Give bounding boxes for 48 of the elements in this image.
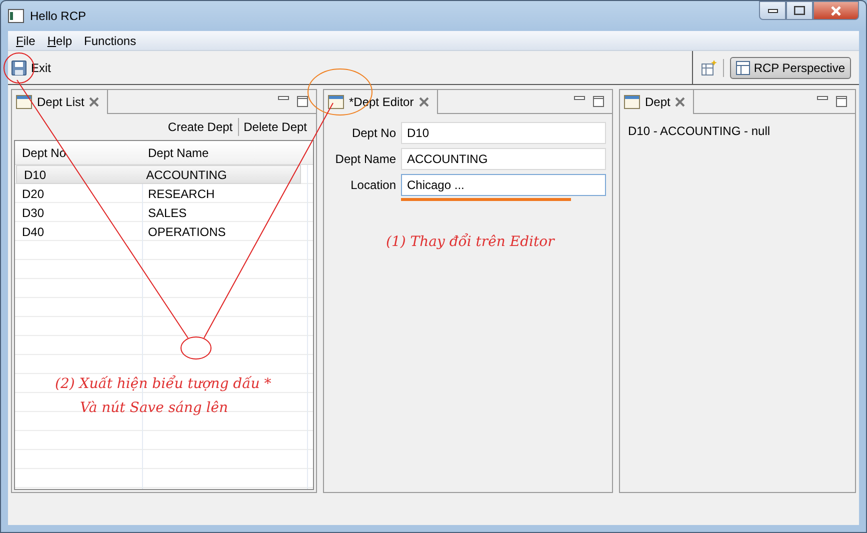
- view-tab[interactable]: Dept: [620, 90, 694, 114]
- minimize-button[interactable]: [759, 1, 786, 20]
- annotation-text: Và nút Save sáng lên: [80, 399, 228, 418]
- view-icon: [328, 95, 344, 109]
- menu-item[interactable]: Help: [41, 32, 78, 50]
- save-button[interactable]: [11, 60, 27, 76]
- annotation-text: (2) Xuất hiện biểu tượng dấu *: [55, 374, 272, 394]
- table-row[interactable]: D20 RESEARCH: [15, 184, 313, 203]
- input-field[interactable]: ACCOUNTING: [401, 148, 606, 170]
- view-tab[interactable]: Dept List: [12, 90, 108, 114]
- maximize-icon: [794, 6, 805, 15]
- field-label: Dept No: [350, 125, 396, 142]
- maximize-button[interactable]: [786, 1, 813, 20]
- input-field[interactable]: Chicago ...: [401, 174, 606, 196]
- dept-summary-text: D10 - ACCOUNTING - null: [627, 123, 772, 140]
- toolbar-button[interactable]: Create Dept: [162, 118, 238, 136]
- maximize-icon[interactable]: [297, 96, 308, 107]
- minimize-icon: [768, 8, 778, 12]
- perspective-icon: [736, 60, 750, 74]
- window-title: Hello RCP: [30, 8, 86, 25]
- callout-ellipse: [180, 336, 212, 360]
- perspective-button[interactable]: RCP Perspective: [730, 56, 851, 78]
- minimize-icon[interactable]: [278, 96, 289, 101]
- app-icon: [8, 9, 24, 23]
- view-icon: [16, 95, 32, 109]
- table-row[interactable]: D10 ACCOUNTING: [16, 165, 301, 184]
- close-icon[interactable]: [418, 97, 429, 107]
- close-button[interactable]: [813, 1, 859, 20]
- table-row[interactable]: D30 SALES: [15, 203, 313, 222]
- view-icon: [624, 95, 640, 109]
- field-label: Dept Name: [334, 151, 396, 168]
- close-icon[interactable]: [675, 97, 686, 107]
- field-label: Location: [350, 177, 396, 194]
- open-perspective-icon[interactable]: [700, 60, 717, 76]
- maximize-icon[interactable]: [593, 96, 604, 107]
- column-header[interactable]: Dept Name: [141, 144, 307, 162]
- table-row[interactable]: D40 OPERATIONS: [15, 222, 313, 241]
- minimize-icon[interactable]: [574, 96, 585, 101]
- minimize-icon[interactable]: [817, 96, 828, 101]
- column-header[interactable]: Dept No: [15, 144, 141, 162]
- input-field[interactable]: D10: [401, 122, 606, 144]
- close-icon[interactable]: [89, 97, 100, 107]
- maximize-icon[interactable]: [836, 96, 847, 107]
- annotation-text: (1) Thay đổi trên Editor: [386, 232, 554, 252]
- menu-item[interactable]: Functions: [78, 32, 142, 50]
- close-icon: [830, 6, 842, 16]
- toolbar-button[interactable]: Delete Dept: [238, 118, 312, 136]
- menu-item[interactable]: File: [10, 32, 42, 50]
